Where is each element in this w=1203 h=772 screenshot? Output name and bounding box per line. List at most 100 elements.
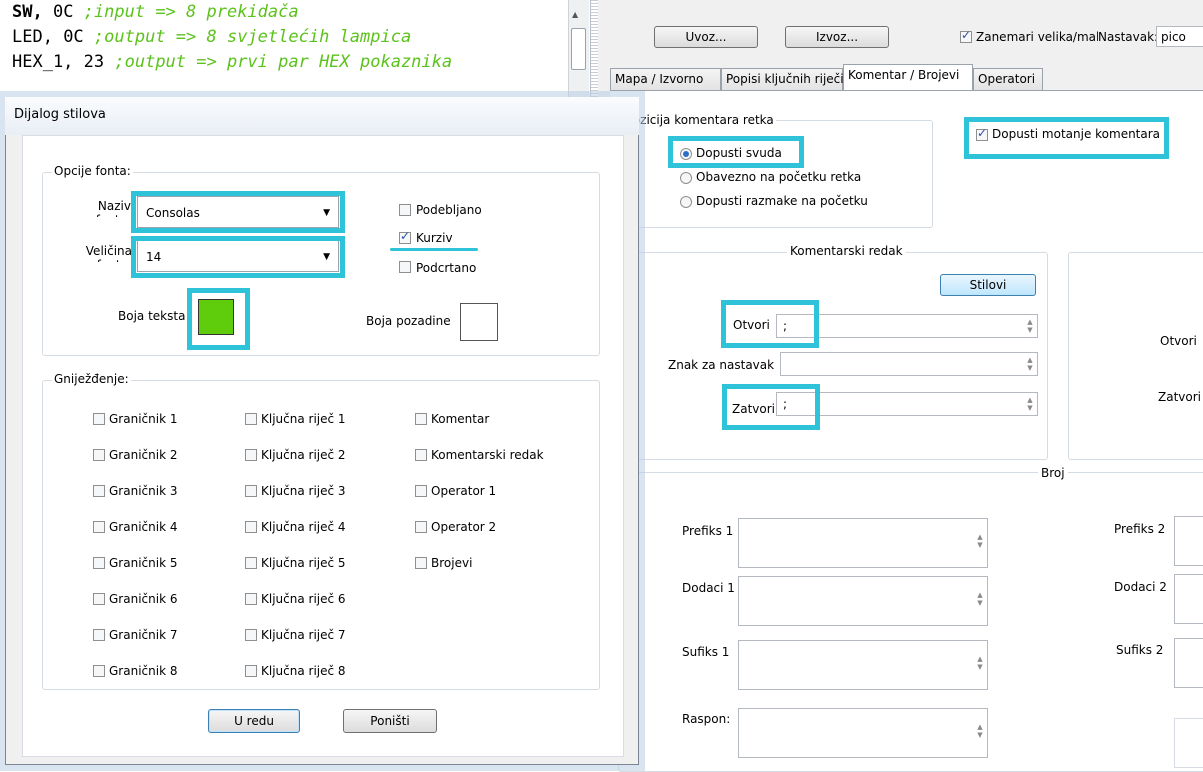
underline-label: Podcrtano (416, 261, 477, 275)
code-line: HEX_1, 23 ;output => prvi par HEX pokazn… (12, 52, 453, 72)
suffix1-input[interactable]: ▲ ▼ (738, 640, 988, 690)
nesting-col2-checkbox-1[interactable] (245, 413, 257, 425)
nesting-col1-label-7: Graničnik 7 (109, 628, 178, 642)
bg-color-label: Boja pozadine (366, 314, 451, 328)
range-label: Raspon: (682, 712, 731, 726)
nesting-col1-checkbox-5[interactable] (93, 557, 105, 569)
block-comment-group (1068, 252, 1203, 460)
highlight-box (131, 191, 345, 233)
extras1-input[interactable]: ▲ ▼ (738, 576, 988, 626)
nesting-col2-checkbox-5[interactable] (245, 557, 257, 569)
ignore-case-checkbox[interactable] (960, 28, 972, 43)
spin-arrows-icon[interactable]: ▲ ▼ (975, 723, 985, 739)
nesting-col1-checkbox-1[interactable] (93, 413, 105, 425)
nesting-col2-checkbox-3[interactable] (245, 485, 257, 497)
range-input[interactable]: ▲ ▼ (738, 708, 988, 758)
tab-operators[interactable]: Operatori (973, 68, 1043, 90)
nesting-col3-checkbox-2[interactable] (415, 449, 427, 461)
suffix1-label: Sufiks 1 (682, 645, 730, 659)
code-line: SW, 0C ;input => 8 prekidača (12, 2, 299, 22)
prefix2-label: Prefiks 2 (1114, 522, 1166, 536)
nesting-col2-label-2: Ključna riječ 2 (261, 448, 346, 462)
nesting-col1-checkbox-7[interactable] (93, 629, 105, 641)
editor-scrollbar-thumb[interactable] (571, 28, 586, 70)
nesting-col2-label-1: Ključna riječ 1 (261, 412, 346, 426)
leading-spaces-label: Dopusti razmake na početku (696, 194, 868, 208)
settings-panel: Uvoz... Izvoz... Zanemari velika/mal Nas… (598, 0, 1203, 772)
italic-underline-mark (390, 248, 478, 251)
nesting-col2-checkbox-4[interactable] (245, 521, 257, 533)
highlight-box (964, 117, 1169, 159)
extension-label: Nastavak: (1098, 30, 1159, 44)
spin-arrows-icon[interactable]: ▲ ▼ (1025, 318, 1035, 334)
nesting-col3-checkbox-5[interactable] (415, 557, 427, 569)
text-color-label: Boja teksta (118, 309, 186, 323)
tab-map-source[interactable]: Mapa / Izvorno (610, 68, 721, 90)
spin-arrows-icon[interactable]: ▲ ▼ (975, 533, 985, 549)
cancel-button[interactable]: Poništi (343, 709, 437, 733)
tab-keyword-lists[interactable]: Popisi ključnih riječi (721, 68, 844, 90)
nesting-col1-checkbox-4[interactable] (93, 521, 105, 533)
extension-input[interactable]: pico (1156, 26, 1203, 47)
nesting-col1-checkbox-2[interactable] (93, 449, 105, 461)
italic-label: Kurziv (416, 231, 453, 245)
suffix2-label: Sufiks 2 (1116, 643, 1164, 657)
prefix1-input[interactable]: ▲ ▼ (738, 518, 988, 568)
nesting-col1-label-2: Graničnik 2 (109, 448, 178, 462)
tab-comments-numbers[interactable]: Komentar / Brojevi (843, 64, 973, 91)
nesting-col1-checkbox-6[interactable] (93, 593, 105, 605)
nesting-col3-label-4: Operator 2 (431, 520, 497, 534)
start-of-line-label: Obavezno na početku retka (696, 170, 862, 184)
spin-arrows-icon[interactable]: ▲ ▼ (975, 655, 985, 671)
styles-button[interactable]: Stilovi (940, 274, 1036, 296)
nesting-col2-label-8: Ključna riječ 8 (261, 664, 346, 678)
underline-checkbox[interactable] (399, 261, 411, 273)
nesting-col3-label-3: Operator 1 (431, 484, 497, 498)
nesting-col3-checkbox-4[interactable] (415, 521, 427, 533)
font-size-label: Veličina fonta: (85, 244, 132, 262)
nesting-group (42, 380, 600, 690)
nesting-col3-checkbox-1[interactable] (415, 413, 427, 425)
nesting-title: Gniježđenje: (52, 372, 131, 386)
ok-button[interactable]: U redu (208, 709, 300, 733)
nesting-col2-label-7: Ključna riječ 7 (261, 628, 346, 642)
bold-label: Podebljano (416, 203, 482, 217)
import-button[interactable]: Uvoz... (654, 26, 758, 48)
continuation-input[interactable]: ▲ ▼ (780, 352, 1038, 376)
nesting-col1-checkbox-8[interactable] (93, 665, 105, 677)
nesting-col1-label-5: Graničnik 5 (109, 556, 178, 570)
extras2-label: Dodaci 2 (1114, 580, 1167, 594)
nesting-col1-label-4: Graničnik 4 (109, 520, 178, 534)
leading-spaces-radio[interactable] (680, 196, 692, 208)
range2-input[interactable] (1174, 718, 1203, 768)
nesting-col3-label-2: Komentarski redak (431, 448, 544, 462)
nesting-col3-label-1: Komentar (431, 412, 490, 426)
extras1-label: Dodaci 1 (682, 581, 735, 595)
nesting-col2-label-4: Ključna riječ 4 (261, 520, 346, 534)
nesting-col2-checkbox-6[interactable] (245, 593, 257, 605)
nesting-col1-checkbox-3[interactable] (93, 485, 105, 497)
nesting-col2-checkbox-8[interactable] (245, 665, 257, 677)
comment-line-title: Komentarski redak (787, 244, 906, 258)
export-button[interactable]: Izvoz... (785, 26, 889, 48)
spin-arrows-icon[interactable]: ▲ ▼ (975, 591, 985, 607)
nesting-col3-checkbox-3[interactable] (415, 485, 427, 497)
prefix2-input[interactable] (1174, 516, 1203, 566)
dialog-title: Dijalog stilova (14, 107, 106, 122)
spin-arrows-icon[interactable]: ▲ ▼ (1025, 396, 1035, 412)
bold-checkbox[interactable] (399, 204, 411, 216)
start-of-line-radio[interactable] (680, 172, 692, 184)
scroll-up-icon[interactable]: ▲ (572, 10, 578, 19)
italic-checkbox[interactable] (399, 229, 411, 244)
extras2-input[interactable] (1174, 574, 1203, 624)
right-close-label: Zatvori (1158, 390, 1201, 404)
nesting-col2-checkbox-7[interactable] (245, 629, 257, 641)
bg-color-swatch[interactable] (460, 303, 498, 341)
suffix2-input[interactable] (1174, 638, 1203, 688)
nesting-col2-checkbox-2[interactable] (245, 449, 257, 461)
right-open-label: Otvori (1160, 334, 1197, 348)
nesting-col2-label-6: Ključna riječ 6 (261, 592, 346, 606)
spin-arrows-icon[interactable]: ▲ ▼ (1025, 356, 1035, 372)
highlight-box (668, 136, 804, 168)
nesting-col1-label-1: Graničnik 1 (109, 412, 178, 426)
